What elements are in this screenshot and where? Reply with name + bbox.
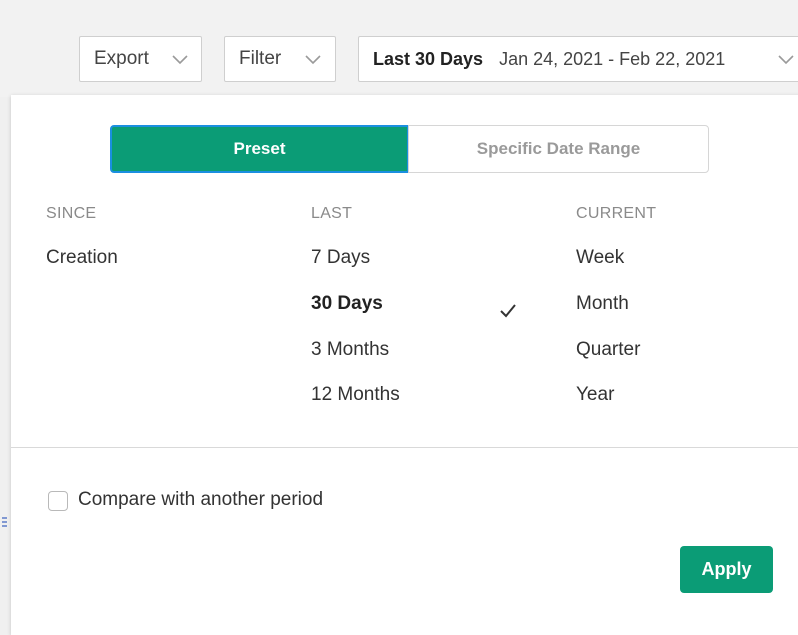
menu-edge-icon bbox=[2, 515, 7, 527]
option-last-7-days[interactable]: 7 Days bbox=[311, 247, 370, 269]
chevron-down-icon bbox=[304, 50, 322, 68]
option-since-creation[interactable]: Creation bbox=[46, 247, 118, 269]
tab-preset-label: Preset bbox=[233, 139, 286, 158]
tab-specific-date-range[interactable]: Specific Date Range bbox=[408, 125, 709, 173]
tab-preset[interactable]: Preset bbox=[110, 125, 409, 173]
apply-button[interactable]: Apply bbox=[680, 546, 773, 593]
compare-label: Compare with another period bbox=[78, 489, 324, 510]
date-range-text: Jan 24, 2021 - Feb 22, 2021 bbox=[499, 48, 726, 69]
export-label: Export bbox=[94, 48, 149, 69]
option-current-quarter[interactable]: Quarter bbox=[576, 339, 640, 361]
checkmark-icon bbox=[498, 300, 518, 320]
date-range-button[interactable]: Last 30 Days Jan 24, 2021 - Feb 22, 2021 bbox=[358, 36, 798, 82]
option-current-week[interactable]: Week bbox=[576, 247, 624, 269]
option-last-12-months[interactable]: 12 Months bbox=[311, 384, 400, 406]
filter-label: Filter bbox=[239, 48, 282, 69]
divider bbox=[11, 447, 798, 448]
filter-button[interactable]: Filter bbox=[224, 36, 336, 82]
chevron-down-icon bbox=[777, 50, 795, 68]
chevron-down-icon bbox=[171, 50, 189, 68]
tab-specific-label: Specific Date Range bbox=[476, 139, 641, 158]
toolbar: Export Filter Last 30 Days Jan 24, 2021 … bbox=[0, 0, 798, 97]
compare-checkbox[interactable] bbox=[48, 491, 68, 511]
last-header: LAST bbox=[311, 205, 353, 222]
date-picker-panel: Preset Specific Date Range SINCE LAST CU… bbox=[11, 95, 798, 635]
option-last-3-months[interactable]: 3 Months bbox=[311, 339, 389, 361]
apply-label: Apply bbox=[701, 559, 752, 579]
export-button[interactable]: Export bbox=[79, 36, 202, 82]
option-last-30-days[interactable]: 30 Days bbox=[311, 293, 383, 315]
option-current-year[interactable]: Year bbox=[576, 384, 614, 406]
option-current-month[interactable]: Month bbox=[576, 293, 629, 315]
since-header: SINCE bbox=[46, 205, 97, 222]
current-header: CURRENT bbox=[576, 205, 657, 222]
date-range-preset: Last 30 Days bbox=[373, 48, 484, 69]
